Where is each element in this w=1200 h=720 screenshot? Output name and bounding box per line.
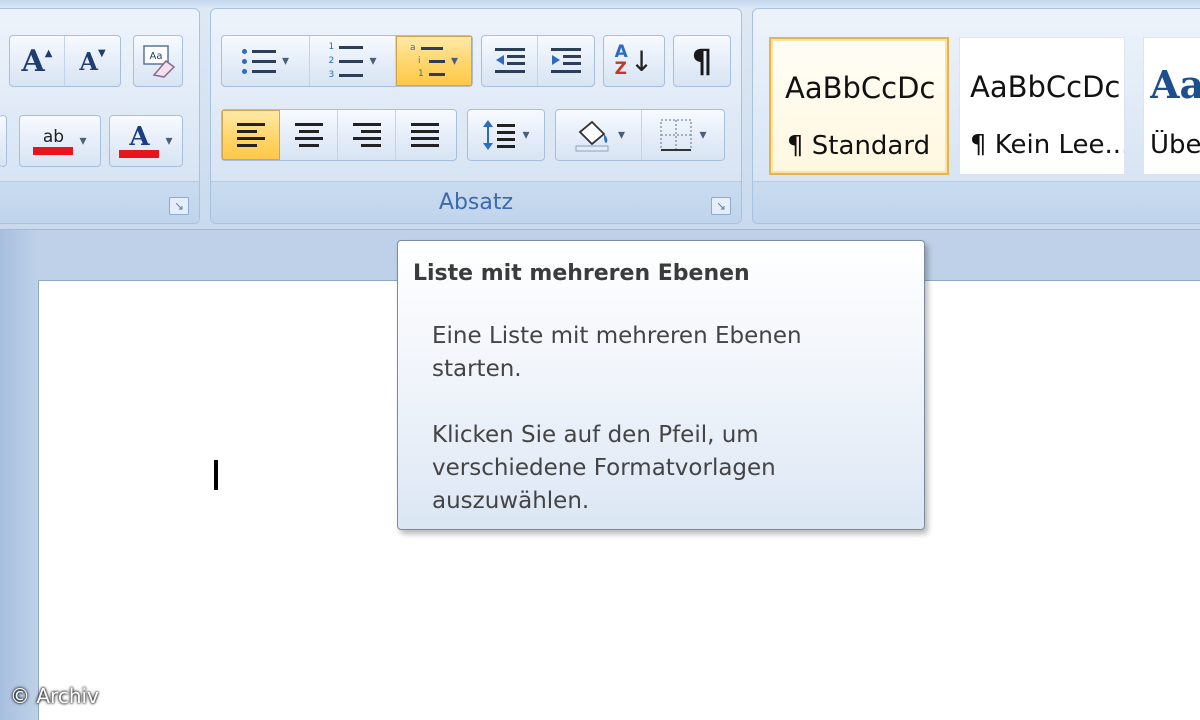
- svg-text:Aa: Aa: [150, 51, 163, 62]
- clear-format-wrap: Aa: [133, 35, 183, 87]
- arrow-up-icon: ▲: [44, 47, 53, 59]
- list-buttons: ▾ 1 2 3 ▾ a i 1 ▾: [221, 35, 473, 87]
- tooltip-line: verschiedene Formatvorlagen: [432, 455, 776, 481]
- paragraph-group: ▾ 1 2 3 ▾ a i 1 ▾ A Z ↓ ¶ ▾ ▾ ▾ Absatz ↘: [210, 8, 742, 224]
- tooltip-line: starten.: [432, 356, 522, 382]
- decrease-indent-icon: [494, 48, 525, 73]
- increase-indent-icon: [551, 48, 581, 73]
- line-spacing-button[interactable]: ▾: [468, 110, 544, 160]
- justify-icon: [411, 123, 439, 147]
- cut-off-button: [0, 115, 7, 167]
- alignment-buttons: [221, 109, 457, 161]
- sort-az-icon: A Z ↓: [614, 42, 654, 79]
- align-center-button[interactable]: [280, 110, 338, 160]
- style-standard[interactable]: AaBbCcDc ¶ Standard: [769, 37, 949, 175]
- shrink-font-button[interactable]: A ▼: [65, 36, 120, 86]
- numbered-list-icon: 1 2 3: [328, 42, 364, 80]
- borders-icon: [660, 119, 693, 151]
- tooltip-line: auszuwählen.: [432, 488, 590, 514]
- numbering-button[interactable]: 1 2 3 ▾: [310, 36, 396, 86]
- style-name: ¶ Kein Lee...: [970, 130, 1124, 160]
- text-cursor: [214, 460, 218, 490]
- text-highlight-button[interactable]: ab ▾: [20, 116, 100, 166]
- ribbon: A ▲ A ▼ Aa ab ▾ A ▾ ↘ ▾ 1 2 3 ▾ a i 1 ▾ …: [0, 0, 1200, 230]
- shading-button[interactable]: ▾: [556, 110, 642, 160]
- styles-group-footer: [753, 181, 1200, 223]
- font-group: A ▲ A ▼ Aa ab ▾ A ▾ ↘: [0, 8, 200, 224]
- style-sample: Aa: [1150, 62, 1200, 107]
- ribbon-top-border: [0, 0, 1200, 8]
- font-size-buttons: A ▲ A ▼: [9, 35, 121, 87]
- style-sample: AaBbCcDc: [970, 70, 1120, 104]
- font-color-wrap: A ▾: [109, 115, 183, 167]
- style-no-spacing[interactable]: AaBbCcDc ¶ Kein Lee...: [959, 37, 1125, 175]
- line-spacing-wrap: ▾: [467, 109, 545, 161]
- indent-buttons: [481, 35, 595, 87]
- style-sample: AaBbCcDc: [785, 71, 935, 105]
- justify-button[interactable]: [396, 110, 454, 160]
- chevron-down-icon[interactable]: ▾: [79, 133, 86, 149]
- chevron-down-icon[interactable]: ▾: [282, 53, 289, 69]
- chevron-down-icon[interactable]: ▾: [699, 127, 706, 143]
- eraser-icon: Aa: [143, 45, 176, 78]
- chevron-down-icon[interactable]: ▾: [618, 127, 625, 143]
- font-color-icon: A: [119, 124, 160, 158]
- chevron-down-icon[interactable]: ▾: [369, 53, 376, 69]
- style-heading[interactable]: Aa Übe: [1143, 37, 1200, 175]
- style-name: Übe: [1150, 130, 1200, 160]
- show-marks-wrap: ¶: [673, 35, 731, 87]
- chevron-down-icon[interactable]: ▾: [165, 133, 172, 149]
- align-left-button[interactable]: [222, 110, 280, 160]
- multilevel-list-icon: a i 1: [410, 43, 445, 79]
- dialog-launcher-icon[interactable]: ↘: [169, 197, 189, 215]
- line-spacing-icon: [483, 120, 516, 150]
- align-right-button[interactable]: [338, 110, 396, 160]
- paragraph-group-label: Absatz: [438, 190, 514, 215]
- show-formatting-marks-button[interactable]: ¶: [674, 36, 730, 86]
- tooltip-line: Eine Liste mit mehreren Ebenen: [432, 323, 802, 349]
- tooltip-line: Klicken Sie auf den Pfeil, um: [432, 422, 759, 448]
- sort-button[interactable]: A Z ↓: [604, 36, 664, 86]
- increase-indent-button[interactable]: [538, 36, 594, 86]
- copyright-watermark: © Archiv: [10, 684, 99, 708]
- dialog-launcher-icon[interactable]: ↘: [711, 197, 731, 215]
- paint-bucket-icon: [575, 120, 609, 152]
- sort-wrap: A Z ↓: [603, 35, 665, 87]
- tooltip-title: Liste mit mehreren Ebenen: [413, 261, 750, 286]
- chevron-down-icon[interactable]: ▾: [522, 127, 529, 143]
- shading-borders-buttons: ▾ ▾: [555, 109, 725, 161]
- styles-group: AaBbCcDc ¶ Standard AaBbCcDc ¶ Kein Lee.…: [752, 8, 1200, 224]
- chevron-down-icon[interactable]: ▾: [451, 53, 458, 69]
- grow-font-button[interactable]: A ▲: [10, 36, 66, 86]
- clear-formatting-button[interactable]: Aa: [134, 36, 182, 86]
- pilcrow-icon: ¶: [691, 42, 713, 80]
- align-center-icon: [294, 123, 323, 147]
- tooltip: Liste mit mehreren Ebenen Eine Liste mit…: [397, 240, 925, 530]
- bullets-button[interactable]: ▾: [222, 36, 310, 86]
- grow-font-icon: A: [21, 43, 45, 79]
- bullet-list-icon: [241, 48, 276, 74]
- multilevel-list-button[interactable]: a i 1 ▾: [396, 36, 472, 86]
- font-color-button[interactable]: A ▾: [110, 116, 182, 166]
- highlight-wrap: ab ▾: [19, 115, 101, 167]
- borders-button[interactable]: ▾: [642, 110, 724, 160]
- decrease-indent-button[interactable]: [482, 36, 538, 86]
- arrow-down-icon: ▼: [97, 47, 106, 59]
- shrink-font-icon: A: [79, 46, 98, 76]
- highlighter-icon: ab: [33, 127, 74, 155]
- align-right-icon: [352, 123, 381, 147]
- style-name: ¶ Standard: [787, 131, 931, 161]
- align-left-icon: [237, 123, 265, 147]
